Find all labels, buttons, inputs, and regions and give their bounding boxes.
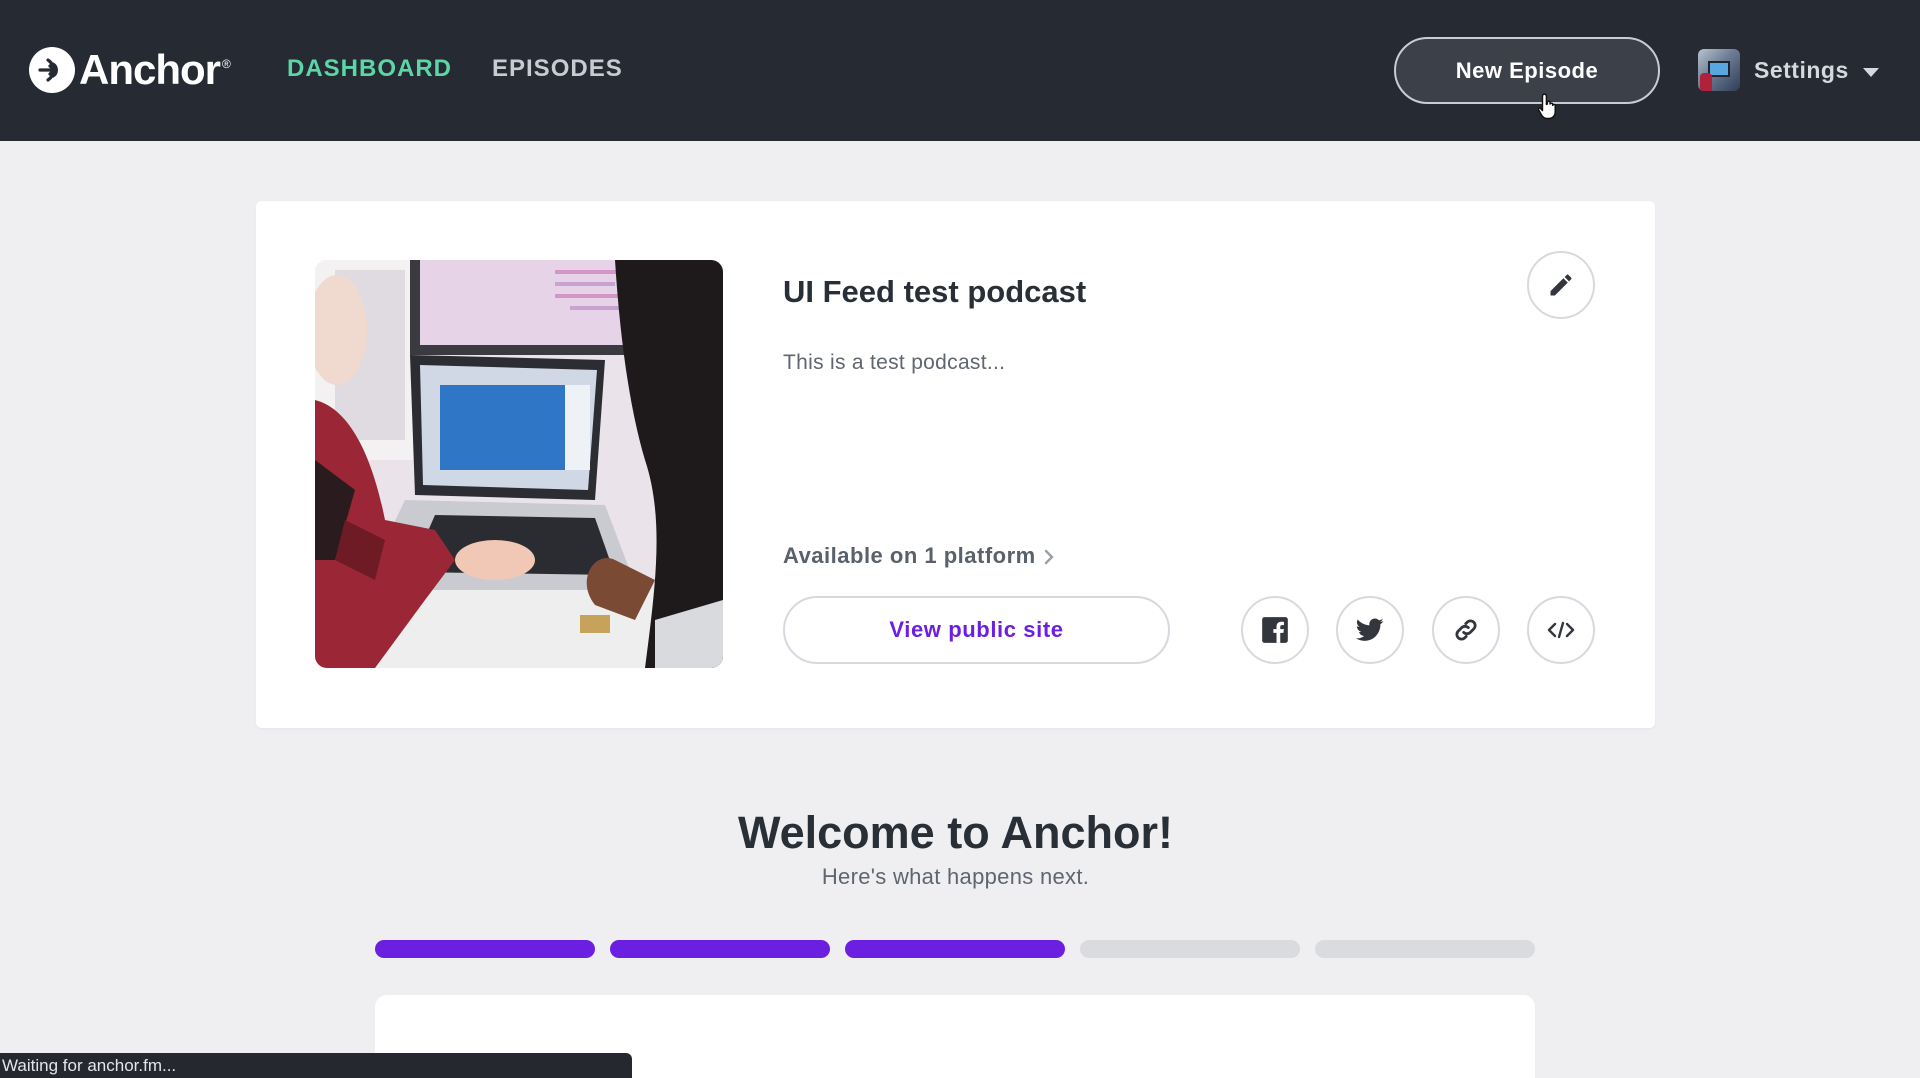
- progress-step-2: [610, 940, 830, 958]
- welcome-subheading: Here's what happens next.: [821, 864, 1090, 889]
- new-episode-button[interactable]: New Episode: [1394, 37, 1660, 104]
- welcome-heading: Welcome to Anchor!: [737, 807, 1174, 858]
- share-twitter-button[interactable]: [1336, 596, 1404, 664]
- podcast-title: UI Feed test podcast: [783, 274, 1087, 309]
- share-facebook-button[interactable]: [1241, 596, 1309, 664]
- progress-step-4: [1080, 940, 1300, 958]
- podcast-description: This is a test podcast...: [783, 351, 1006, 374]
- onboarding-progress: [375, 940, 1535, 958]
- edit-podcast-button[interactable]: [1527, 251, 1595, 319]
- logo-registered-mark: ®: [222, 57, 231, 71]
- available-platforms-link[interactable]: Available on 1 platform: [783, 543, 1054, 569]
- anchor-logo-icon: [29, 47, 75, 93]
- nav-dashboard[interactable]: DASHBOARD: [287, 55, 452, 83]
- settings-label: Settings: [1754, 56, 1849, 83]
- progress-step-5: [1315, 940, 1535, 958]
- twitter-icon: [1356, 618, 1384, 641]
- hand-pointer-cursor-icon: [1538, 93, 1556, 120]
- chevron-down-icon: [1862, 67, 1879, 77]
- browser-status-bar: Waiting for anchor.fm...: [0, 1053, 632, 1078]
- anchor-logo[interactable]: Anchor ®: [29, 45, 231, 95]
- top-navigation-bar: Anchor ® DASHBOARD EPISODES New Episode …: [0, 0, 1920, 141]
- chevron-right-icon: [1044, 549, 1054, 565]
- copy-link-button[interactable]: [1432, 596, 1500, 664]
- podcast-card: UI Feed test podcast This is a test podc…: [256, 201, 1655, 728]
- settings-menu[interactable]: Settings: [1698, 48, 1879, 92]
- pencil-icon: [1550, 274, 1572, 296]
- embed-code-button[interactable]: [1527, 596, 1595, 664]
- link-icon: [1455, 619, 1477, 641]
- logo-wordmark: Anchor: [79, 46, 221, 93]
- platforms-text: Available on 1 platform: [783, 543, 1036, 568]
- podcast-cover-image: [315, 260, 723, 668]
- view-public-site-button[interactable]: View public site: [783, 596, 1170, 664]
- progress-step-3: [845, 940, 1065, 958]
- user-avatar: [1698, 49, 1740, 91]
- main-nav: DASHBOARD EPISODES: [287, 55, 623, 83]
- progress-step-1: [375, 940, 595, 958]
- embed-code-icon: [1547, 621, 1575, 639]
- facebook-icon: [1262, 617, 1288, 643]
- nav-episodes[interactable]: EPISODES: [492, 55, 623, 83]
